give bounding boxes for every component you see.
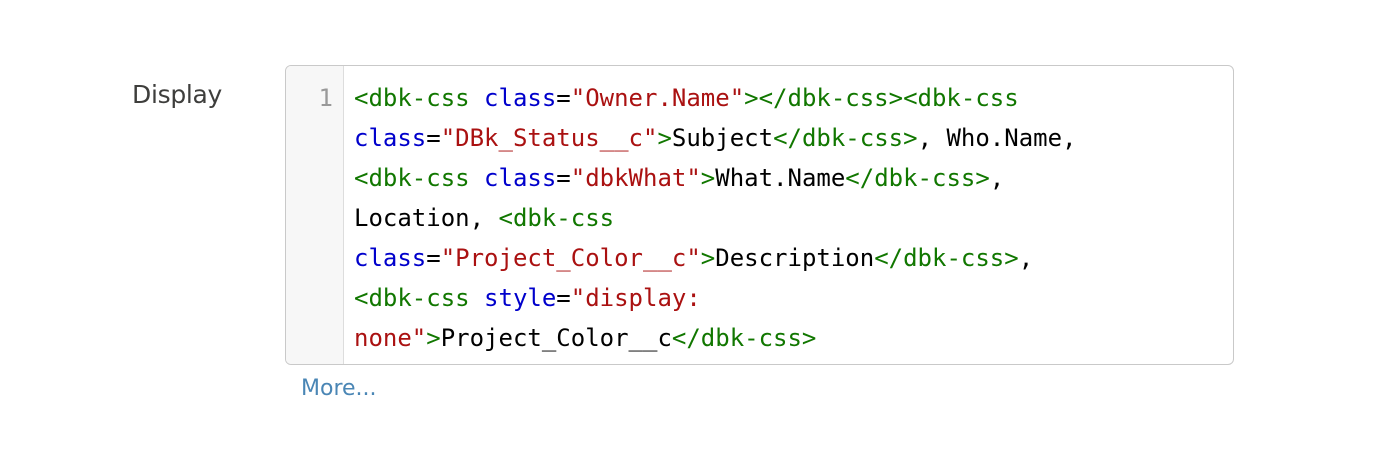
code-line: class="Project_Color__c">Description</db… xyxy=(354,238,1224,278)
code-tag-token: </dbk-css> xyxy=(874,244,1019,272)
code-line: Location, <dbk-css xyxy=(354,198,1224,238)
code-attribute-token: style xyxy=(484,284,557,312)
code-attribute-token: class xyxy=(354,124,427,152)
display-field-label: Display xyxy=(132,80,223,109)
code-line: <dbk-css class="dbkWhat">What.Name</dbk-… xyxy=(354,158,1224,198)
code-tag-token: > xyxy=(426,324,441,352)
code-text-token: , xyxy=(1018,244,1034,272)
code-text-token: = xyxy=(426,124,441,152)
code-string-token: "Owner.Name" xyxy=(570,84,745,112)
code-line: none">Project_Color__c</dbk-css> xyxy=(354,318,1224,358)
line-number: 1 xyxy=(318,84,333,112)
code-tag-token: <dbk-css xyxy=(354,284,485,312)
more-link[interactable]: More... xyxy=(301,376,377,401)
code-tag-token: </dbk-css> xyxy=(773,124,918,152)
code-editor[interactable]: 1 <dbk-css class="Owner.Name"></dbk-css>… xyxy=(285,65,1234,365)
code-string-token: "dbkWhat" xyxy=(570,164,701,192)
code-text-token: = xyxy=(556,284,571,312)
code-string-token: "Project_Color__c" xyxy=(440,244,701,272)
code-attribute-token: class xyxy=(354,244,427,272)
code-tag-token: <dbk-css xyxy=(354,164,485,192)
code-attribute-token: class xyxy=(484,164,557,192)
code-tag-token: <dbk-css xyxy=(498,204,615,232)
code-tag-token: </dbk-css> xyxy=(845,164,990,192)
code-text-token: Location, xyxy=(354,204,499,232)
code-text-token: , Who.Name, xyxy=(917,124,1077,152)
code-tag-token: ></dbk-css><dbk-css xyxy=(744,84,1019,112)
code-line: <dbk-css class="Owner.Name"></dbk-css><d… xyxy=(354,78,1224,118)
code-line: <dbk-css style="display: xyxy=(354,278,1224,318)
code-tag-token: <dbk-css xyxy=(354,84,485,112)
code-tag-token: > xyxy=(700,244,716,272)
code-text-token: = xyxy=(556,164,571,192)
code-line: class="DBk_Status__c">Subject</dbk-css>,… xyxy=(354,118,1224,158)
code-text-token: , xyxy=(989,164,1005,192)
code-text-token: Description xyxy=(715,244,875,272)
code-text-token: What.Name xyxy=(715,164,846,192)
code-tag-token: </dbk-css> xyxy=(671,324,817,352)
code-text-token: Subject xyxy=(671,124,774,152)
code-string-token: "DBk_Status__c" xyxy=(440,124,658,152)
code-text-token: = xyxy=(426,244,441,272)
code-tag-token: > xyxy=(700,164,716,192)
code-string-token: "display: xyxy=(570,284,701,312)
line-number-gutter: 1 xyxy=(286,66,344,364)
code-tag-token: > xyxy=(657,124,672,152)
code-text-area[interactable]: <dbk-css class="Owner.Name"></dbk-css><d… xyxy=(354,78,1224,358)
code-string-token: none" xyxy=(354,324,427,352)
code-text-token: = xyxy=(556,84,571,112)
code-text-token: Project_Color__c xyxy=(440,324,672,352)
code-attribute-token: class xyxy=(484,84,557,112)
